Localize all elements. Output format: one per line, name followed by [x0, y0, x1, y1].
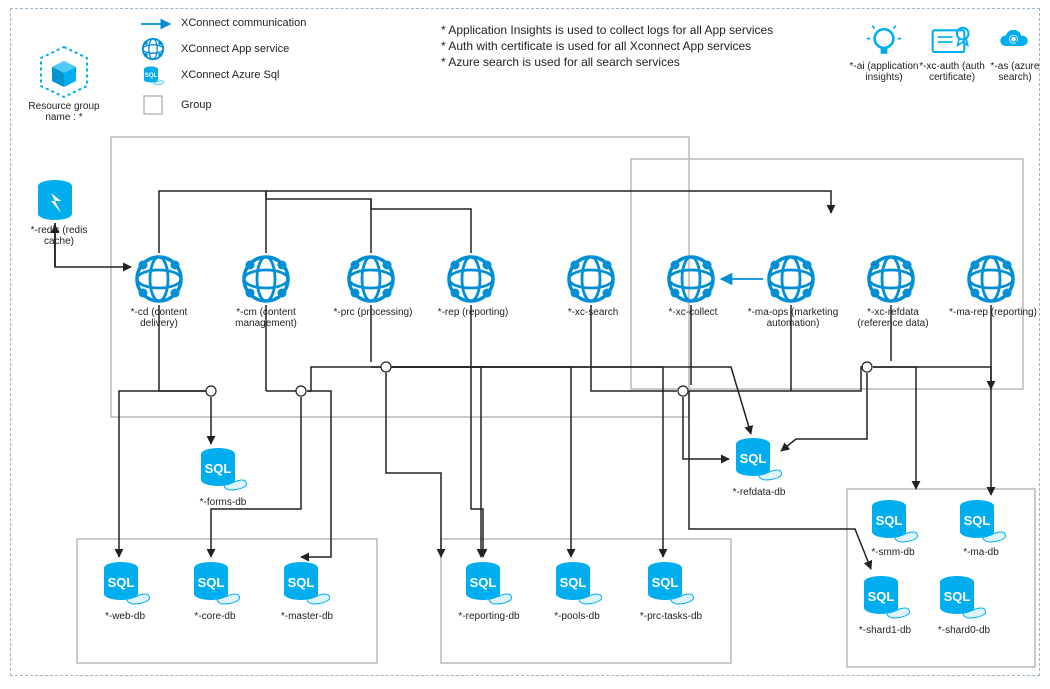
junction-cd: [206, 386, 216, 396]
app-ma-rep: [969, 257, 1013, 301]
app-prc-label: *-prc (processing): [333, 307, 413, 318]
db-prc-tasks: [648, 562, 693, 604]
db-refdata-label: *-refdata-db: [715, 487, 803, 498]
app-cm: [244, 257, 288, 301]
app-xc-search: [569, 257, 613, 301]
group-main-apps: [111, 137, 689, 417]
db-shard0-label: *-shard0-db: [925, 625, 1003, 636]
db-pools: [556, 562, 601, 604]
app-rep: [449, 257, 493, 301]
db-web: [104, 562, 149, 604]
db-master: [284, 562, 329, 604]
app-ma-ops: [769, 257, 813, 301]
db-ma-label: *-ma-db: [945, 547, 1017, 558]
db-refdata: [736, 438, 781, 480]
db-shard1: [864, 576, 909, 618]
redis-label: *-redis (redis cache): [15, 225, 103, 247]
app-cm-label: *-cm (content management): [221, 307, 311, 329]
app-cd-label: *-cd (content delivery): [111, 307, 207, 329]
app-xc-collect: [669, 257, 713, 301]
db-shard0: [940, 576, 985, 618]
redis-icon: [38, 180, 72, 220]
app-prc: [349, 257, 393, 301]
app-xc-refdata: [869, 257, 913, 301]
junction-collect: [678, 386, 688, 396]
db-forms: [201, 448, 246, 490]
resource-group-frame: Resource group name : * XConnect communi…: [10, 8, 1040, 676]
db-shard1-label: *-shard1-db: [847, 625, 923, 636]
app-xc-collect-label: *-xc-collect: [655, 307, 731, 318]
junction-cm: [296, 386, 306, 396]
db-core: [194, 562, 239, 604]
db-ma: [960, 500, 1005, 542]
diagram-canvas: SQL: [11, 9, 1041, 677]
db-smm: [872, 500, 917, 542]
junction-prc: [381, 362, 391, 372]
app-xc-search-label: *-xc-search: [555, 307, 631, 318]
app-cd: [137, 257, 181, 301]
db-forms-label: *-forms-db: [181, 497, 265, 508]
db-core-label: *-core-db: [177, 611, 253, 622]
app-ma-rep-label: *-ma-rep (reporting): [949, 307, 1037, 318]
junction-refdata: [862, 362, 872, 372]
db-reporting: [466, 562, 511, 604]
db-pools-label: *-pools-db: [539, 611, 615, 622]
app-xc-refdata-label: *-xc-refdata (reference data): [845, 307, 941, 329]
db-reporting-label: *-reporting-db: [447, 611, 531, 622]
app-rep-label: *-rep (reporting): [429, 307, 517, 318]
app-ma-ops-label: *-ma-ops (marketing automation): [743, 307, 843, 329]
db-prc-tasks-label: *-prc-tasks-db: [625, 611, 717, 622]
db-master-label: *-master-db: [267, 611, 347, 622]
group-xc-apps: [631, 159, 1023, 389]
db-web-label: *-web-db: [87, 611, 163, 622]
db-smm-label: *-smm-db: [857, 547, 929, 558]
